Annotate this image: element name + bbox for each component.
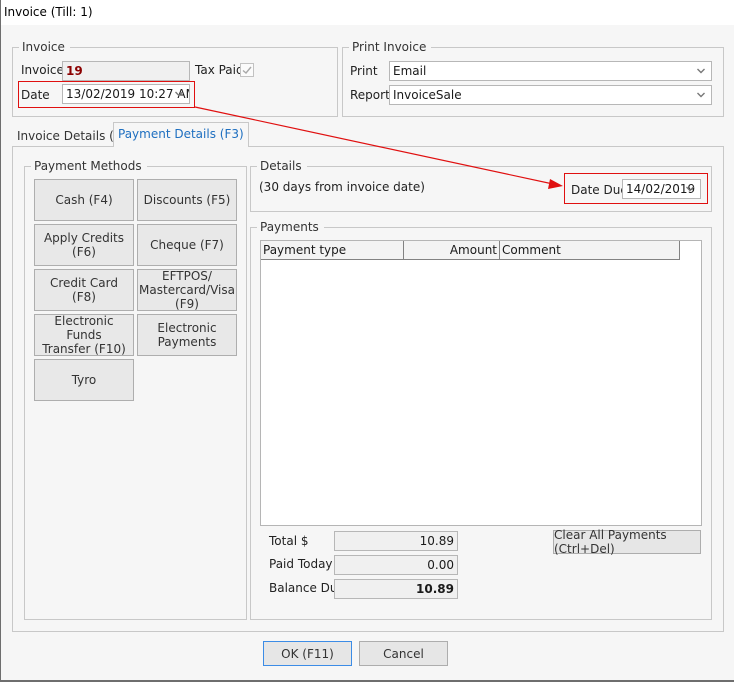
checkmark-icon bbox=[242, 66, 252, 74]
report-select-value: InvoiceSale bbox=[393, 88, 462, 102]
cancel-button[interactable]: Cancel bbox=[359, 641, 448, 666]
electronic-payments-button[interactable]: Electronic Payments bbox=[137, 314, 237, 356]
payments-legend: Payments bbox=[257, 220, 324, 234]
chevron-down-icon bbox=[696, 88, 706, 102]
ok-button[interactable]: OK (F11) bbox=[263, 641, 352, 666]
chevron-down-icon bbox=[696, 64, 706, 78]
date-due-highlight-box bbox=[564, 173, 708, 204]
payment-methods-legend: Payment Methods bbox=[31, 159, 147, 173]
total-field: 10.89 bbox=[334, 531, 458, 551]
balance-due-field: 10.89 bbox=[334, 579, 458, 599]
paid-today-label: Paid Today bbox=[269, 557, 333, 571]
eftpos-button[interactable]: EFTPOS/ Mastercard/Visa (F9) bbox=[137, 269, 237, 311]
column-header-amount[interactable]: Amount bbox=[404, 241, 500, 260]
due-date-note: (30 days from invoice date) bbox=[259, 180, 425, 194]
total-label: Total $ bbox=[269, 534, 309, 548]
invoice-window: Invoice (Till: 1) Invoice Invoice 19 Tax… bbox=[0, 0, 734, 682]
print-select[interactable]: Email bbox=[389, 61, 712, 81]
print-invoice-legend: Print Invoice bbox=[349, 40, 432, 54]
tab-payment-details[interactable]: Payment Details (F3) bbox=[113, 122, 249, 147]
column-header-payment-type[interactable]: Payment type bbox=[261, 241, 404, 260]
electronic-funds-transfer-button[interactable]: Electronic Funds Transfer (F10) bbox=[34, 314, 134, 356]
invoice-label: Invoice bbox=[21, 63, 64, 77]
window-title: Invoice (Till: 1) bbox=[4, 5, 93, 19]
tax-paid-checkbox[interactable] bbox=[240, 63, 254, 77]
report-label: Report bbox=[350, 88, 390, 102]
credit-card-button[interactable]: Credit Card (F8) bbox=[34, 269, 134, 311]
invoice-number-field: 19 bbox=[62, 61, 190, 81]
column-header-comment[interactable]: Comment bbox=[500, 241, 680, 260]
date-highlight-box bbox=[18, 81, 195, 108]
invoice-number-value: 19 bbox=[66, 64, 83, 78]
print-label: Print bbox=[350, 64, 378, 78]
report-select[interactable]: InvoiceSale bbox=[389, 85, 712, 105]
apply-credits-button[interactable]: Apply Credits (F6) bbox=[34, 224, 134, 266]
title-bar: Invoice (Till: 1) bbox=[1, 0, 734, 25]
print-invoice-group: Print Invoice bbox=[342, 40, 724, 117]
paid-today-field: 0.00 bbox=[334, 555, 458, 575]
print-select-value: Email bbox=[393, 64, 427, 78]
discounts-button[interactable]: Discounts (F5) bbox=[137, 179, 237, 221]
clear-all-payments-button[interactable]: Clear All Payments (Ctrl+Del) bbox=[553, 528, 701, 556]
details-legend: Details bbox=[257, 159, 307, 173]
invoice-group-legend: Invoice bbox=[19, 40, 70, 54]
cash-button[interactable]: Cash (F4) bbox=[34, 179, 134, 221]
cheque-button[interactable]: Cheque (F7) bbox=[137, 224, 237, 266]
tax-paid-label: Tax Paid bbox=[195, 63, 244, 77]
tyro-button[interactable]: Tyro bbox=[34, 359, 134, 401]
payments-table[interactable]: Payment type Amount Comment bbox=[260, 240, 702, 526]
